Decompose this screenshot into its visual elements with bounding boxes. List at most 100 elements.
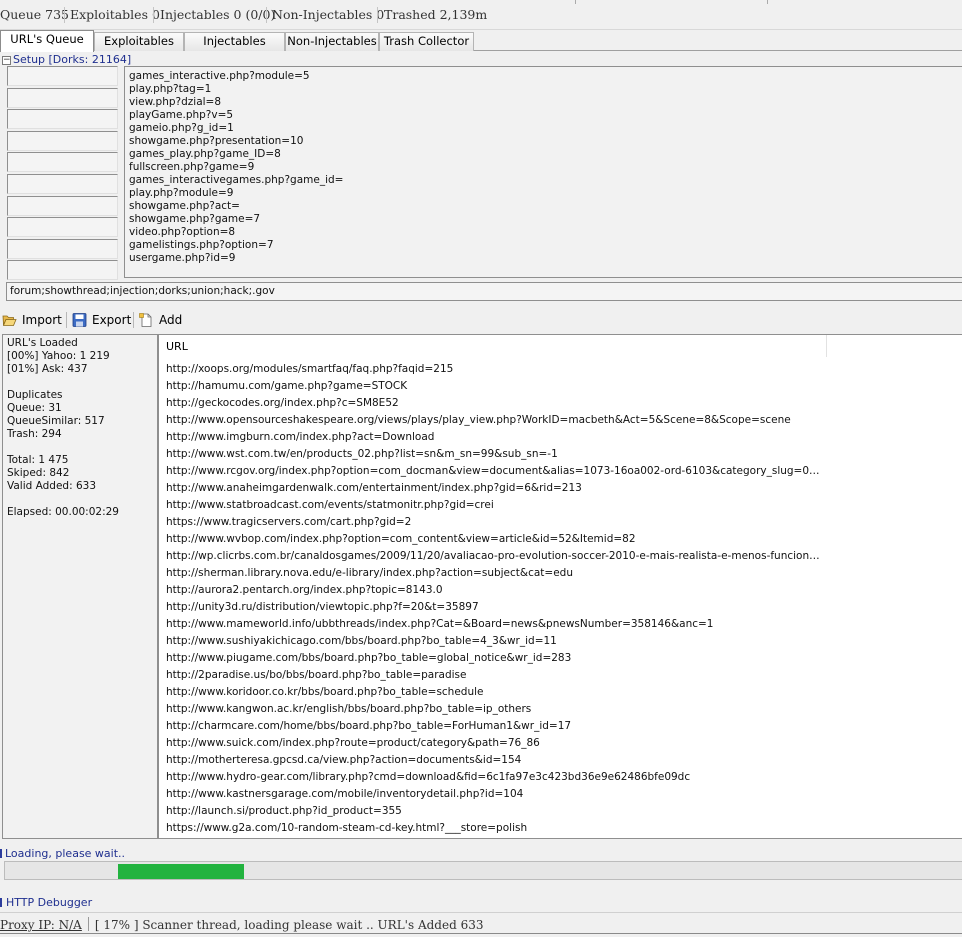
url-row[interactable]: http://www.kangwon.ac.kr/english/bbs/boa… xyxy=(166,701,826,718)
duplicates-queue: Queue: 31 xyxy=(7,402,62,414)
dork-line: usergame.php?id=9 xyxy=(129,252,236,264)
url-row[interactable]: http://www.wst.com.tw/en/products_02.php… xyxy=(166,446,826,463)
divider xyxy=(767,0,768,4)
divider xyxy=(266,7,267,23)
tab-exploitables[interactable]: Exploitables xyxy=(94,32,184,51)
status-message: [ 17% ] Scanner thread, loading please w… xyxy=(94,918,484,932)
setup-section-header[interactable]: − Setup [Dorks: 21164] xyxy=(2,53,131,67)
import-label: Import xyxy=(22,313,62,327)
url-row[interactable]: http://wp.clicrbs.com.br/canaldosgames/2… xyxy=(166,548,826,565)
dork-line: gamelistings.php?option=7 xyxy=(129,239,274,251)
toolbar-divider xyxy=(133,312,134,328)
url-row[interactable]: http://www.suick.com/index.php?route=pro… xyxy=(166,735,826,752)
urls-loaded-heading: URL's Loaded xyxy=(7,337,78,349)
url-row[interactable]: http://launch.si/product.php?id_product=… xyxy=(166,803,826,820)
url-column-header[interactable]: URL xyxy=(159,335,827,357)
url-row[interactable]: http://www.mameworld.info/ubbthreads/ind… xyxy=(166,616,826,633)
divider xyxy=(64,7,65,23)
status-divider xyxy=(87,917,89,931)
tab-injectables[interactable]: Injectables xyxy=(184,32,285,51)
url-row[interactable]: http://www.opensourceshakespeare.org/vie… xyxy=(166,412,826,429)
setup-option-slot[interactable] xyxy=(7,260,118,281)
url-row[interactable]: http://www.kastnersgarage.com/mobile/inv… xyxy=(166,786,826,803)
trashed-count: Trashed 2,139m xyxy=(384,7,488,22)
tab-urls-queue[interactable]: URL's Queue xyxy=(0,30,94,52)
exploitables-count: Exploitables 0 xyxy=(70,7,160,22)
setup-option-slot[interactable] xyxy=(7,195,118,216)
url-row[interactable]: http://hamumu.com/game.php?game=STOCK xyxy=(166,378,826,395)
tab-trash-collector[interactable]: Trash Collector xyxy=(379,32,474,51)
url-row[interactable]: http://xoops.org/modules/smartfaq/faq.ph… xyxy=(166,361,826,378)
url-row[interactable]: http://www.wvbop.com/index.php?option=co… xyxy=(166,531,826,548)
http-debugger-header[interactable]: HTTP Debugger xyxy=(6,896,92,909)
divider xyxy=(377,7,378,23)
url-row[interactable]: http://www.rcgov.org/index.php?option=co… xyxy=(166,463,826,480)
section-marker xyxy=(0,898,2,907)
scan-stats-panel: URL's Loaded [00%] Yahoo: 1 219 [01%] As… xyxy=(2,334,158,839)
url-row[interactable]: http://aurora2.pentarch.org/index.php?to… xyxy=(166,582,826,599)
window-bottom-border xyxy=(0,933,962,934)
url-row[interactable]: http://geckocodes.org/index.php?c=SM8E52 xyxy=(166,395,826,412)
add-button[interactable]: Add xyxy=(139,309,182,331)
top-status-strip: Queue 735 Exploitables 0 Injectables 0 (… xyxy=(0,0,962,30)
url-list: http://xoops.org/modules/smartfaq/faq.ph… xyxy=(166,361,826,837)
proxy-ip-link[interactable]: Proxy IP: N/A xyxy=(0,918,82,932)
duplicates-trash: Trash: 294 xyxy=(7,428,62,440)
setup-option-column xyxy=(7,66,119,282)
exclusion-filter-input[interactable]: forum;showthread;injection;dorks;union;h… xyxy=(6,282,962,301)
dork-line: playGame.php?v=5 xyxy=(129,109,234,121)
progress-bar-fill xyxy=(118,864,245,879)
url-list-view[interactable]: URL http://xoops.org/modules/smartfaq/fa… xyxy=(158,334,962,839)
duplicates-queue-similar: QueueSimilar: 517 xyxy=(7,415,105,427)
import-button[interactable]: Import xyxy=(2,309,62,331)
setup-option-slot[interactable] xyxy=(7,66,118,86)
url-row[interactable]: https://www.g2a.com/10-random-steam-cd-k… xyxy=(166,820,826,837)
setup-option-slot[interactable] xyxy=(7,173,118,194)
url-row[interactable]: http://motherteresa.gpcsd.ca/view.php?ac… xyxy=(166,752,826,769)
dork-line: games_play.php?game_ID=8 xyxy=(129,148,281,160)
setup-option-slot[interactable] xyxy=(7,217,118,238)
url-row[interactable]: http://www.koridoor.co.kr/bbs/board.php?… xyxy=(166,684,826,701)
url-row[interactable]: http://www.piugame.com/bbs/board.php?bo_… xyxy=(166,650,826,667)
collapse-toggle-icon[interactable]: − xyxy=(2,56,11,65)
queue-count: Queue 735 xyxy=(0,7,69,22)
setup-option-slot[interactable] xyxy=(7,238,118,259)
dork-line: games_interactivegames.php?game_id= xyxy=(129,174,344,186)
setup-option-slot[interactable] xyxy=(7,87,118,108)
non-injectables-count: Non-Injectables 0 xyxy=(272,7,385,22)
toolbar-divider xyxy=(66,312,67,328)
add-document-icon xyxy=(139,312,154,327)
url-row[interactable]: http://www.anaheimgardenwalk.com/enterta… xyxy=(166,480,826,497)
dork-line: games_interactive.php?module=5 xyxy=(129,70,310,82)
url-row[interactable]: https://www.tragicservers.com/cart.php?g… xyxy=(166,514,826,531)
url-row[interactable]: http://www.sushiyakichicago.com/bbs/boar… xyxy=(166,633,826,650)
dork-line: showgame.php?game=7 xyxy=(129,213,261,225)
add-label: Add xyxy=(159,313,183,327)
yahoo-count: [00%] Yahoo: 1 219 xyxy=(7,350,110,362)
injectables-count: Injectables 0 (0/0) xyxy=(160,7,276,22)
tab-strip: URL's Queue Exploitables Injectables Non… xyxy=(0,30,962,52)
elapsed-time: Elapsed: 00.00:02:29 xyxy=(7,506,119,518)
setup-option-slot[interactable] xyxy=(7,130,118,151)
save-disk-icon xyxy=(72,312,87,327)
url-row[interactable]: http://unity3d.ru/distribution/viewtopic… xyxy=(166,599,826,616)
dorks-textarea[interactable]: games_interactive.php?module=5 play.php?… xyxy=(124,66,962,278)
dork-line: showgame.php?presentation=10 xyxy=(129,135,304,147)
export-button[interactable]: Export xyxy=(72,309,131,331)
export-label: Export xyxy=(92,313,132,327)
setup-option-slot[interactable] xyxy=(7,109,118,130)
setup-option-slot[interactable] xyxy=(7,152,118,173)
url-row[interactable]: http://www.statbroadcast.com/events/stat… xyxy=(166,497,826,514)
setup-header-label: Setup [Dorks: 21164] xyxy=(13,53,132,66)
dork-line: video.php?option=8 xyxy=(129,226,236,238)
dork-line: gameio.php?g_id=1 xyxy=(129,122,234,134)
duplicates-heading: Duplicates xyxy=(7,389,63,401)
url-row[interactable]: http://sherman.library.nova.edu/e-librar… xyxy=(166,565,826,582)
url-row[interactable]: http://www.imgburn.com/index.php?act=Dow… xyxy=(166,429,826,446)
url-row[interactable]: http://www.hydro-gear.com/library.php?cm… xyxy=(166,769,826,786)
tab-non-injectables[interactable]: Non-Injectables xyxy=(285,32,379,51)
folder-open-icon xyxy=(2,312,17,326)
url-row[interactable]: http://2paradise.us/bo/bbs/board.php?bo_… xyxy=(166,667,826,684)
dork-line: view.php?dzial=8 xyxy=(129,96,222,108)
url-row[interactable]: http://charmcare.com/home/bbs/board.php?… xyxy=(166,718,826,735)
